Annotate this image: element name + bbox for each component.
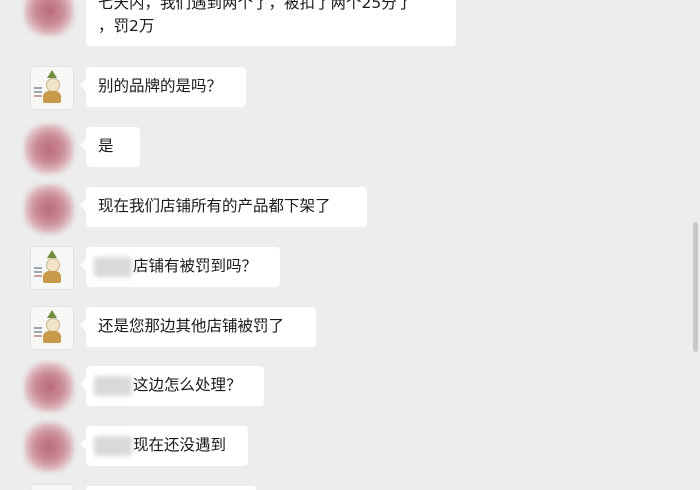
figure-icon: [43, 331, 61, 343]
hat-icon: [47, 70, 57, 78]
message-text: 现在我们店铺所有的产品都下架了: [98, 197, 331, 215]
redacted-name: [94, 375, 132, 396]
message-text: 还是您那边其他店铺被罚了: [98, 317, 285, 335]
message-text-line: 七天内，我们遇到两个了，被扣了两个25分了: [98, 0, 413, 12]
figure-icon: [43, 271, 61, 283]
message-row: 现在我们店铺所有的产品都下架了: [0, 184, 690, 234]
message-row: 店铺有被罚到吗？: [0, 246, 690, 290]
redacted-name: [94, 435, 132, 456]
face-icon: [46, 258, 60, 272]
message-row: 别的品牌的是吗？: [0, 66, 690, 110]
message-bubble[interactable]: 七天内，我们遇到两个了，被扣了两个25分了 ，罚2万: [86, 0, 456, 46]
face-icon: [46, 318, 60, 332]
message-text: 这边怎么处理？: [133, 376, 242, 394]
contact-avatar[interactable]: [24, 362, 74, 412]
message-bubble[interactable]: 还是您那边其他店铺被罚了: [80, 307, 316, 347]
message-bubble[interactable]: 别的品牌的是吗？: [80, 67, 246, 107]
message-bubble[interactable]: 店铺有被罚到吗？: [80, 247, 280, 287]
sticker-avatar[interactable]: [30, 484, 74, 490]
message-bubble[interactable]: 这边怎么处理？: [80, 366, 264, 406]
text-lines-icon: [34, 267, 42, 269]
message-text-line: ，罚2万: [98, 17, 155, 35]
message-text: 别的品牌的是吗？: [98, 77, 223, 95]
message-row: [0, 484, 690, 490]
message-row: 这边怎么处理？: [0, 362, 690, 412]
message-bubble[interactable]: 是: [80, 127, 140, 167]
scrollbar[interactable]: [693, 222, 698, 352]
contact-avatar[interactable]: [24, 124, 74, 174]
hat-icon: [47, 310, 57, 318]
contact-avatar[interactable]: [24, 422, 74, 472]
message-text: 店铺有被罚到吗？: [133, 257, 258, 275]
message-text: 是: [98, 137, 114, 155]
sticker-avatar[interactable]: [30, 246, 74, 290]
text-lines-icon: [34, 327, 42, 329]
message-row: 还是您那边其他店铺被罚了: [0, 306, 690, 350]
message-bubble[interactable]: [86, 486, 256, 490]
face-icon: [46, 78, 60, 92]
sticker-avatar[interactable]: [30, 66, 74, 110]
chat-message-list: 七天内，我们遇到两个了，被扣了两个25分了 ，罚2万 别的品牌的是吗？ 是 现在…: [0, 0, 700, 490]
redacted-name: [94, 256, 132, 277]
figure-icon: [43, 91, 61, 103]
message-bubble[interactable]: 现在还没遇到: [80, 426, 248, 466]
message-row: 现在还没遇到: [0, 422, 690, 472]
hat-icon: [47, 250, 57, 258]
contact-avatar[interactable]: [24, 184, 74, 234]
message-text: 现在还没遇到: [133, 436, 227, 454]
message-row: 七天内，我们遇到两个了，被扣了两个25分了 ，罚2万: [0, 0, 690, 46]
message-bubble[interactable]: 现在我们店铺所有的产品都下架了: [80, 187, 367, 227]
text-lines-icon: [34, 87, 42, 89]
sticker-avatar[interactable]: [30, 306, 74, 350]
contact-avatar[interactable]: [24, 0, 74, 36]
message-row: 是: [0, 124, 690, 174]
